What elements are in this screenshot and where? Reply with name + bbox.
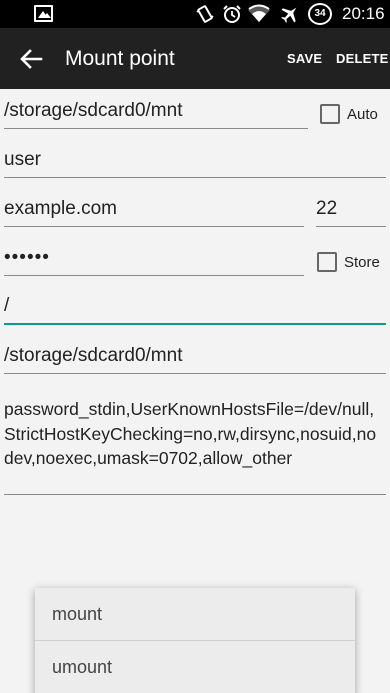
mount-options-field[interactable]: password_stdin,UserKnownHostsFile=/dev/n… bbox=[4, 397, 384, 476]
auto-label: Auto bbox=[347, 106, 378, 123]
username-field[interactable]: user bbox=[4, 138, 386, 178]
alarm-icon bbox=[222, 4, 242, 24]
password-value: •••••• bbox=[4, 247, 50, 268]
mount-options-underline bbox=[4, 494, 386, 495]
port-field[interactable]: 22 bbox=[316, 187, 386, 227]
battery-icon: 34 bbox=[308, 3, 332, 25]
local-path-field[interactable]: /storage/sdcard0/mnt bbox=[4, 334, 386, 374]
host-value: example.com bbox=[4, 198, 117, 219]
vibrate-icon bbox=[195, 4, 215, 24]
popup-menu: mount umount bbox=[35, 588, 355, 693]
menu-item-mount[interactable]: mount bbox=[35, 588, 355, 640]
remote-path-field[interactable]: /storage/sdcard0/mnt bbox=[4, 89, 308, 129]
status-bar: 34 20:16 bbox=[0, 0, 390, 28]
save-button[interactable]: SAVE bbox=[287, 50, 322, 68]
remote-path-value: /storage/sdcard0/mnt bbox=[4, 100, 183, 121]
auto-checkbox[interactable] bbox=[320, 104, 340, 124]
store-checkbox[interactable] bbox=[317, 252, 337, 272]
gallery-icon bbox=[34, 5, 53, 22]
password-field[interactable]: •••••• bbox=[4, 236, 304, 276]
action-bar: Mount point SAVE DELETE bbox=[0, 28, 390, 89]
port-value: 22 bbox=[316, 198, 338, 219]
status-time: 20:16 bbox=[342, 4, 385, 23]
store-label: Store bbox=[344, 254, 380, 271]
delete-button[interactable]: DELETE bbox=[336, 50, 388, 68]
back-arrow-icon[interactable] bbox=[14, 42, 48, 76]
menu-item-umount[interactable]: umount bbox=[35, 641, 355, 693]
airplane-icon bbox=[280, 4, 300, 24]
local-path-value: /storage/sdcard0/mnt bbox=[4, 345, 183, 366]
wifi-icon bbox=[247, 4, 271, 24]
host-field[interactable]: example.com bbox=[4, 187, 304, 227]
username-value: user bbox=[4, 149, 41, 170]
root-path-value: / bbox=[4, 295, 10, 316]
page-title: Mount point bbox=[65, 47, 175, 70]
root-path-field[interactable]: / bbox=[4, 285, 386, 325]
